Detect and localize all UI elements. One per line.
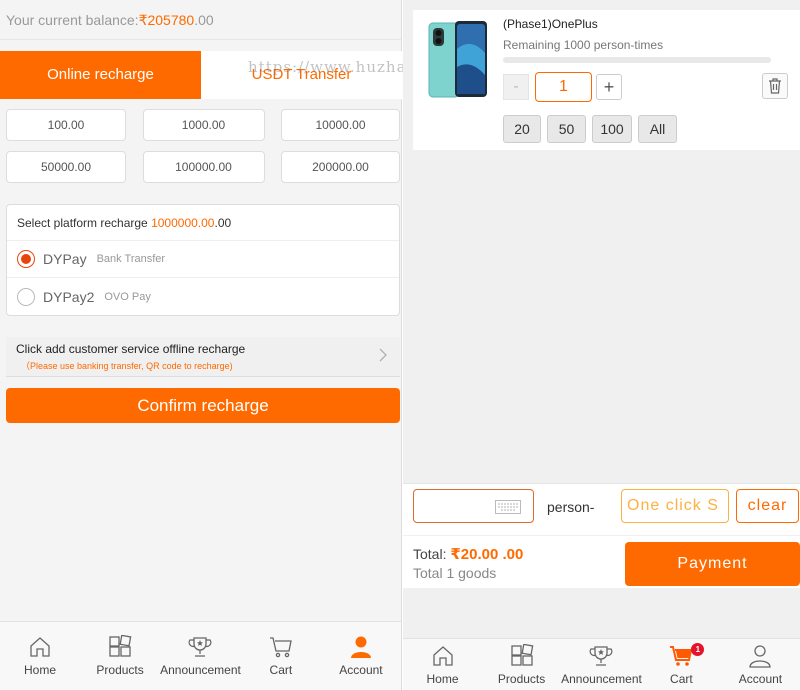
total-value: ₹20.00 .00 <box>450 546 524 563</box>
quick-qty-button[interactable]: 50 <box>547 115 586 143</box>
payment-method-name: DYPay2 <box>43 288 95 305</box>
tabbar-home[interactable]: Home <box>403 639 482 690</box>
payment-method-name: DYPay <box>43 251 87 267</box>
products-grid-icon <box>109 635 132 657</box>
total-bar: Total: ₹20.00 .00 Total 1 goods Payment <box>403 536 800 588</box>
offline-note: （Please use banking transfer, QR code to… <box>21 361 233 371</box>
balance-decimals: .00 <box>194 12 214 28</box>
account-icon <box>350 636 371 658</box>
trophy-icon <box>189 637 212 657</box>
person-times-label: person- <box>547 499 595 515</box>
payment-method-sub: OVO Pay <box>104 290 151 303</box>
tabbar-label: Cart <box>670 671 693 686</box>
total-row: Total: ₹20.00 .00 <box>413 545 523 563</box>
quantity-stepper: - 1 + <box>503 72 622 102</box>
cart-panel: (Phase1)OnePlus Remaining 1000 person-ti… <box>403 0 800 690</box>
one-click-button[interactable]: One click S <box>621 489 729 523</box>
delete-item-button[interactable] <box>762 73 788 99</box>
person-times-input[interactable] <box>413 489 534 523</box>
offline-title: Click add customer service offline recha… <box>16 342 246 356</box>
cart-icon <box>269 637 292 658</box>
tabbar-label: Announcement <box>561 671 642 686</box>
amount-option[interactable]: 50000.00 <box>6 151 126 183</box>
increment-button[interactable]: + <box>596 74 622 100</box>
tabbar-cart-active[interactable]: 1 Cart <box>642 639 721 690</box>
recharge-panel: Your current balance:₹205780.00 Online r… <box>0 0 402 690</box>
tabbar-label: Account <box>738 671 783 686</box>
tabbar-label: Home <box>426 671 459 686</box>
quick-quantity-buttons: 20 50 100 All <box>503 115 677 143</box>
tabbar-label: Products <box>96 663 144 677</box>
keyboard-icon <box>495 500 521 514</box>
platform-label: Select platform recharge <box>17 216 148 230</box>
product-name: (Phase1)OnePlus <box>503 17 598 31</box>
quick-qty-button[interactable]: All <box>638 115 677 143</box>
tabbar-label: Products <box>497 671 546 686</box>
balance-bar: Your current balance:₹205780.00 <box>0 0 401 40</box>
payment-method-dypay2[interactable]: DYPay2 OVO Pay <box>7 278 399 315</box>
amount-option[interactable]: 1000.00 <box>142 109 265 141</box>
account-icon <box>749 644 772 668</box>
payment-method-dypay[interactable]: DYPay Bank Transfer <box>7 241 399 278</box>
total-label: Total: <box>413 546 447 562</box>
amount-options: 100.00 1000.00 10000.00 50000.00 100000.… <box>6 109 400 183</box>
quick-qty-button[interactable]: 100 <box>592 115 632 143</box>
confirm-recharge-button[interactable]: Confirm recharge <box>6 388 400 423</box>
amount-option[interactable]: 200000.00 <box>281 151 400 183</box>
platform-header: Select platform recharge 1000000.00.00 <box>7 205 399 241</box>
tabbar-announcement[interactable]: Announcement <box>160 622 241 690</box>
tabbar-account-active[interactable]: Account <box>321 622 401 690</box>
tabbar-products[interactable]: Products <box>482 639 561 690</box>
bottom-tabbar: Home Products Announcement Cart Account <box>0 621 401 690</box>
tabbar-home[interactable]: Home <box>0 622 80 690</box>
radio-selected[interactable] <box>17 250 35 268</box>
recharge-tabs: Online recharge USDT Transfer <box>0 51 402 99</box>
platform-value: 1000000.00 <box>151 216 215 230</box>
tab-usdt-transfer[interactable]: USDT Transfer <box>201 51 402 99</box>
quantity-input[interactable]: 1 <box>535 72 592 102</box>
platform-selector: Select platform recharge 1000000.00.00 D… <box>6 204 400 316</box>
tabbar-label: Home <box>24 663 57 677</box>
tabbar-products[interactable]: Products <box>80 622 160 690</box>
home-icon <box>432 645 453 666</box>
cart-item: (Phase1)OnePlus Remaining 1000 person-ti… <box>413 10 800 150</box>
tabbar-cart[interactable]: Cart <box>241 622 321 690</box>
tabbar-label: Cart <box>269 663 293 677</box>
trophy-icon <box>590 645 613 666</box>
platform-suffix: .00 <box>214 216 232 230</box>
payment-method-sub: Bank Transfer <box>96 253 166 265</box>
clear-button[interactable]: clear <box>736 489 799 523</box>
decrement-button[interactable]: - <box>503 74 529 100</box>
bottom-tabbar: Home Products Announcement 1 Cart Accoun… <box>403 638 800 690</box>
tabbar-announcement[interactable]: Announcement <box>561 639 642 690</box>
cart-icon <box>670 645 693 666</box>
total-goods: Total 1 goods <box>413 565 497 581</box>
amount-option[interactable]: 100000.00 <box>142 151 265 183</box>
tabbar-label: Announcement <box>160 663 241 677</box>
chevron-right-icon <box>379 348 387 362</box>
radio-unselected[interactable] <box>17 287 35 306</box>
tabbar-account[interactable]: Account <box>721 639 800 690</box>
tabbar-label: Account <box>339 663 383 677</box>
cart-badge: 1 <box>691 643 705 656</box>
balance-label: Your current balance: <box>6 12 139 28</box>
trash-icon <box>769 78 781 94</box>
remaining-times: Remaining 1000 person-times <box>503 38 664 52</box>
balance-amount: ₹205780 <box>138 12 195 28</box>
progress-bar <box>503 57 771 63</box>
amount-option[interactable]: 10000.00 <box>281 109 400 141</box>
tab-online-recharge[interactable]: Online recharge <box>0 51 201 99</box>
product-image <box>428 21 487 98</box>
offline-recharge-link[interactable]: Click add customer service offline recha… <box>6 337 400 377</box>
payment-button[interactable]: Payment <box>625 542 800 586</box>
bulk-controls: person- One click S clear <box>403 483 800 535</box>
home-icon <box>30 637 50 657</box>
amount-option[interactable]: 100.00 <box>6 109 126 141</box>
quick-qty-button[interactable]: 20 <box>503 115 541 143</box>
products-grid-icon <box>510 643 533 666</box>
